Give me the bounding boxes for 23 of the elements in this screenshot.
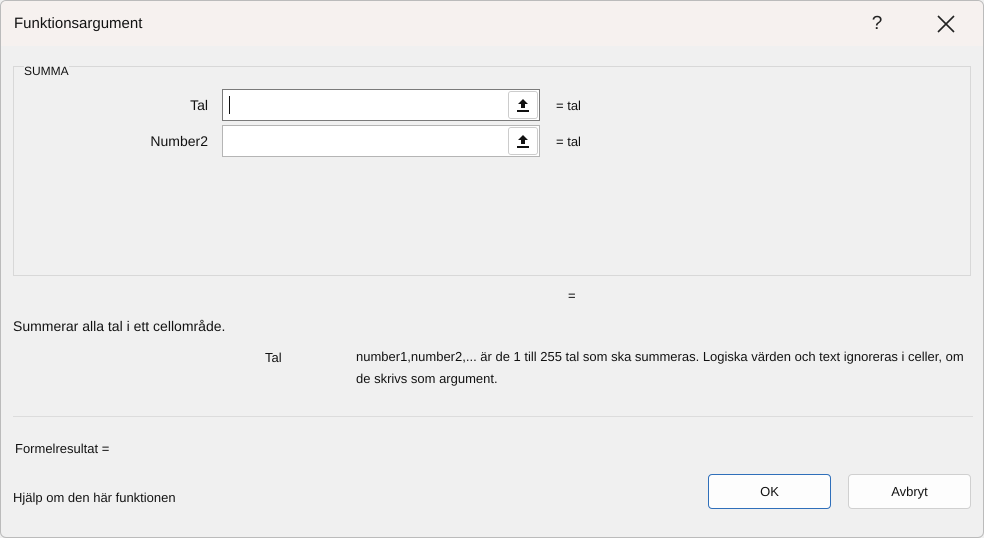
argument-result: = tal bbox=[556, 98, 581, 112]
help-button[interactable]: ? bbox=[843, 1, 911, 46]
input-field[interactable] bbox=[222, 89, 540, 121]
argument-name: Tal bbox=[264, 349, 283, 367]
argument-result: = tal bbox=[556, 134, 581, 148]
function-description: Summerar alla tal i ett cellområde. bbox=[13, 318, 226, 334]
argument-label: Tal bbox=[189, 97, 209, 113]
function-result: = bbox=[568, 288, 576, 303]
formula-result: Formelresultat = bbox=[15, 441, 110, 456]
input-field[interactable] bbox=[222, 125, 540, 157]
help-link[interactable]: Hjälp om den här funktionen bbox=[13, 478, 176, 505]
upload-arrow-icon bbox=[517, 134, 529, 148]
text-cursor bbox=[229, 96, 230, 114]
collapse-button[interactable] bbox=[508, 91, 538, 119]
ok-button[interactable]: OK bbox=[708, 474, 831, 509]
collapse-button[interactable] bbox=[508, 127, 538, 155]
group-title: SUMMA bbox=[24, 64, 69, 78]
argument-label: Number2 bbox=[149, 133, 209, 149]
window-title: Funktionsargument bbox=[14, 15, 142, 32]
cancel-button[interactable]: Avbryt bbox=[848, 474, 971, 509]
close-icon bbox=[937, 14, 955, 32]
upload-arrow-icon bbox=[517, 98, 529, 112]
argument-description: number1,number2,... är de 1 till 255 tal som ska summeras. Logiska värden och text ignoreras i celler, om de skrivs som argument. bbox=[356, 348, 965, 388]
